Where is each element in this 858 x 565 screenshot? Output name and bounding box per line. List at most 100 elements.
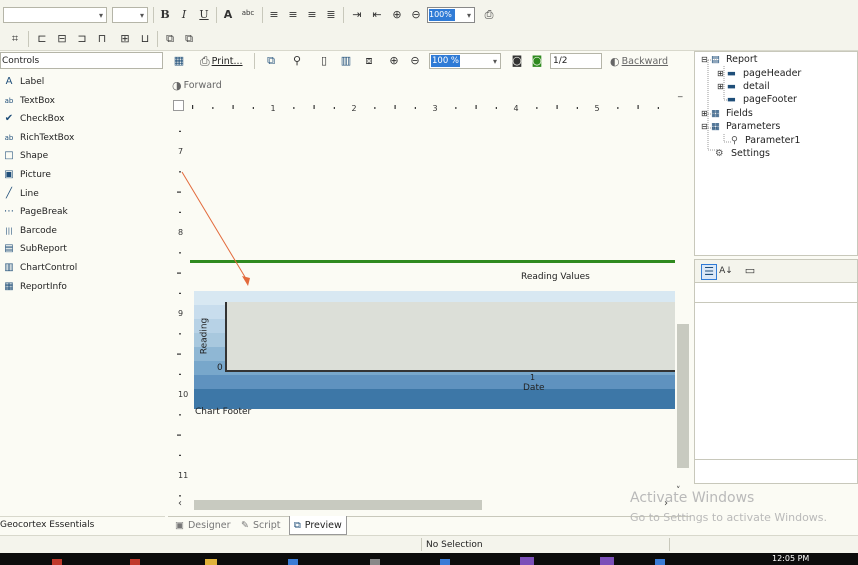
- designer-zoom-dropdown[interactable]: 100% ▾: [427, 7, 475, 23]
- zoom-out-icon[interactable]: ⊖: [409, 8, 423, 22]
- table-of-contents-icon[interactable]: ▦: [172, 54, 186, 68]
- control-item-line[interactable]: ╱ Line: [3, 186, 39, 202]
- underline-button[interactable]: U: [197, 8, 211, 22]
- tree-item-fields[interactable]: ⊞ ▦ Fields: [701, 108, 753, 119]
- tree-item-pagefooter[interactable]: ▬ pageFooter: [727, 94, 797, 105]
- taskbar-app-icon[interactable]: [600, 557, 614, 565]
- align-bottoms-icon[interactable]: ⊔: [138, 32, 152, 46]
- taskbar-app-icon[interactable]: [205, 559, 217, 565]
- scroll-up-arrow[interactable]: ‾: [678, 96, 683, 106]
- collapse-icon[interactable]: ⊟: [701, 122, 711, 131]
- bold-button[interactable]: B: [158, 8, 172, 22]
- preview-zoom-dropdown[interactable]: 100 % ▾: [429, 53, 501, 69]
- find-icon[interactable]: ⚲: [290, 54, 304, 68]
- single-page-icon[interactable]: ▯: [317, 54, 331, 68]
- expand-icon[interactable]: ⊞: [701, 109, 711, 118]
- chevron-down-icon: ▾: [492, 57, 497, 66]
- activate-windows-subtitle: Go to Settings to activate Windows.: [630, 511, 828, 524]
- align-centers-icon[interactable]: ⊟: [55, 32, 69, 46]
- designer-icon: ▣: [175, 519, 184, 531]
- first-page-icon[interactable]: ◙: [510, 54, 524, 68]
- zoom-out-icon[interactable]: ⊖: [408, 54, 422, 68]
- control-item-barcode[interactable]: ||| Barcode: [3, 223, 56, 239]
- categorized-icon[interactable]: ☰: [701, 264, 717, 280]
- preview-zoom-value: 100 %: [431, 55, 460, 67]
- pagebreak-icon: ⋯: [4, 206, 14, 218]
- align-right-icon[interactable]: ≡: [305, 8, 319, 22]
- alphabetical-icon[interactable]: A↓: [719, 264, 733, 278]
- status-bar: No Selection: [0, 535, 858, 553]
- control-item-richtextbox[interactable]: ab RichTextBox: [3, 130, 75, 146]
- multi-page-icon[interactable]: ▥: [339, 54, 353, 68]
- control-item-subreport[interactable]: ▤ SubReport: [3, 241, 67, 257]
- activate-windows-title: Activate Windows: [630, 490, 755, 506]
- font-size-dropdown[interactable]: ▾: [112, 7, 148, 23]
- horizontal-scroll-thumb[interactable]: [194, 500, 482, 510]
- previous-page-icon[interactable]: ◙: [530, 54, 544, 68]
- tab-preview[interactable]: ⧉ Preview: [289, 516, 347, 535]
- taskbar-app-icon[interactable]: [370, 559, 380, 565]
- report-settings-icon[interactable]: ⎙: [482, 8, 496, 22]
- vertical-scrollbar[interactable]: ‾: [676, 96, 690, 498]
- outdent-icon[interactable]: ⇤: [370, 8, 384, 22]
- taskbar-app-icon[interactable]: [440, 559, 450, 565]
- expand-icon[interactable]: ⊞: [717, 82, 727, 91]
- taskbar-app-icon[interactable]: [52, 559, 62, 565]
- expand-icon[interactable]: ⊞: [717, 69, 727, 78]
- align-left-icon[interactable]: ≡: [267, 8, 281, 22]
- page-number-input[interactable]: 1/2: [550, 53, 602, 69]
- align-tops-icon[interactable]: ⊓: [95, 32, 109, 46]
- indent-icon[interactable]: ⇥: [350, 8, 364, 22]
- control-item-chartcontrol[interactable]: ▥ ChartControl: [3, 260, 77, 276]
- taskbar-app-icon[interactable]: [655, 559, 665, 565]
- backward-button[interactable]: ◐ Backward: [610, 54, 668, 68]
- tree-item-detail[interactable]: ⊞ ▬ detail: [717, 81, 770, 92]
- tab-script[interactable]: ✎ Script: [241, 517, 281, 533]
- tree-label-fields: Fields: [726, 108, 753, 119]
- scroll-left-arrow[interactable]: ‹: [178, 498, 182, 509]
- tab-designer[interactable]: ▣ Designer: [175, 517, 231, 533]
- copy-icon[interactable]: ⧉: [264, 54, 278, 68]
- control-item-checkbox[interactable]: ✔ CheckBox: [3, 111, 65, 127]
- italic-button[interactable]: I: [177, 8, 191, 22]
- horizontal-scrollbar[interactable]: ‹ ›: [168, 498, 676, 512]
- font-name-dropdown[interactable]: ▾: [3, 7, 107, 23]
- control-item-label[interactable]: A Label: [3, 74, 45, 90]
- align-middles-icon[interactable]: ⊞: [118, 32, 132, 46]
- align-lefts-icon[interactable]: ⊏: [35, 32, 49, 46]
- collapse-icon[interactable]: ⊟: [701, 55, 711, 64]
- tree-item-pageheader[interactable]: ⊞ ▬ pageHeader: [717, 68, 801, 79]
- control-item-shape[interactable]: □ Shape: [3, 148, 48, 164]
- control-item-reportinfo[interactable]: ▦ ReportInfo: [3, 279, 67, 295]
- controls-footer[interactable]: Geocortex Essentials: [0, 516, 165, 533]
- taskbar-app-icon[interactable]: [288, 559, 298, 565]
- forward-button[interactable]: ◑ Forward: [172, 78, 222, 92]
- print-button[interactable]: ⎙ Print...: [200, 54, 243, 68]
- taskbar-app-icon[interactable]: [130, 559, 140, 565]
- reportinfo-icon: ▦: [4, 280, 14, 292]
- zoom-in-icon[interactable]: ⊕: [387, 54, 401, 68]
- align-center-icon[interactable]: ≡: [286, 8, 300, 22]
- send-to-back-icon[interactable]: ⧉: [182, 32, 196, 46]
- taskbar-clock[interactable]: 12:05 PM: [772, 554, 809, 563]
- control-item-textbox[interactable]: ab TextBox: [3, 93, 55, 109]
- richtextbox-icon: ab: [4, 133, 14, 142]
- zoom-in-icon[interactable]: ⊕: [390, 8, 404, 22]
- control-item-pagebreak[interactable]: ⋯ PageBreak: [3, 204, 68, 220]
- bring-to-front-icon[interactable]: ⧉: [163, 32, 177, 46]
- tree-item-report[interactable]: ⊟ ▤ Report: [701, 54, 758, 65]
- snap-grid-icon[interactable]: ⌗: [8, 32, 22, 46]
- tree-item-settings[interactable]: ⚙ Settings: [715, 148, 770, 159]
- vertical-scroll-thumb[interactable]: [677, 324, 689, 468]
- taskbar-app-icon[interactable]: [520, 557, 534, 565]
- control-item-label: ChartControl: [20, 263, 78, 273]
- font-color-icon[interactable]: A: [221, 8, 235, 22]
- justify-icon[interactable]: ≣: [324, 8, 338, 22]
- control-item-picture[interactable]: ▣ Picture: [3, 167, 51, 183]
- tree-item-parameter1[interactable]: ⚲ Parameter1: [731, 135, 800, 146]
- property-pages-icon[interactable]: ▭: [743, 264, 757, 278]
- spellcheck-button[interactable]: abc: [241, 6, 255, 20]
- tree-item-parameters[interactable]: ⊟ ▦ Parameters: [701, 121, 780, 132]
- align-rights-icon[interactable]: ⊐: [75, 32, 89, 46]
- continuous-page-icon[interactable]: ⧈: [362, 54, 376, 68]
